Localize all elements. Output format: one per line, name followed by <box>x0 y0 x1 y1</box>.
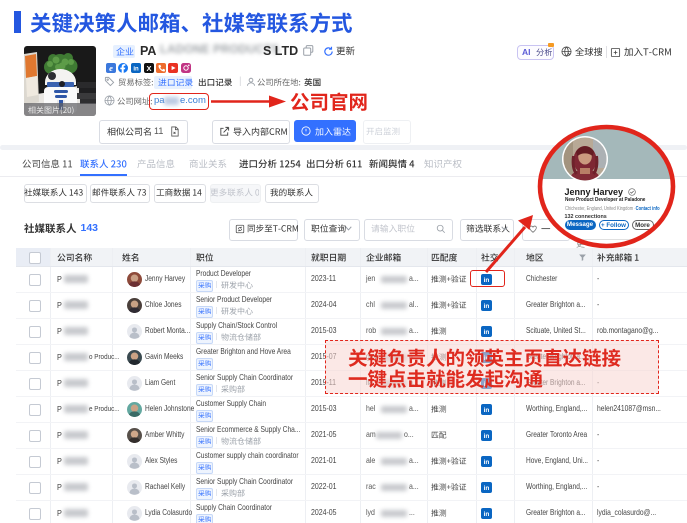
svg-text:e: e <box>109 63 113 73</box>
svg-text:in: in <box>484 485 490 492</box>
svg-text:X: X <box>146 63 151 72</box>
svg-text:in: in <box>484 303 490 310</box>
svg-text:in: in <box>484 329 490 336</box>
svg-text:in: in <box>484 407 490 414</box>
svg-text:in: in <box>484 433 490 440</box>
svg-text:in: in <box>133 66 139 72</box>
svg-text:in: in <box>484 459 490 466</box>
svg-text:in: in <box>484 511 490 518</box>
